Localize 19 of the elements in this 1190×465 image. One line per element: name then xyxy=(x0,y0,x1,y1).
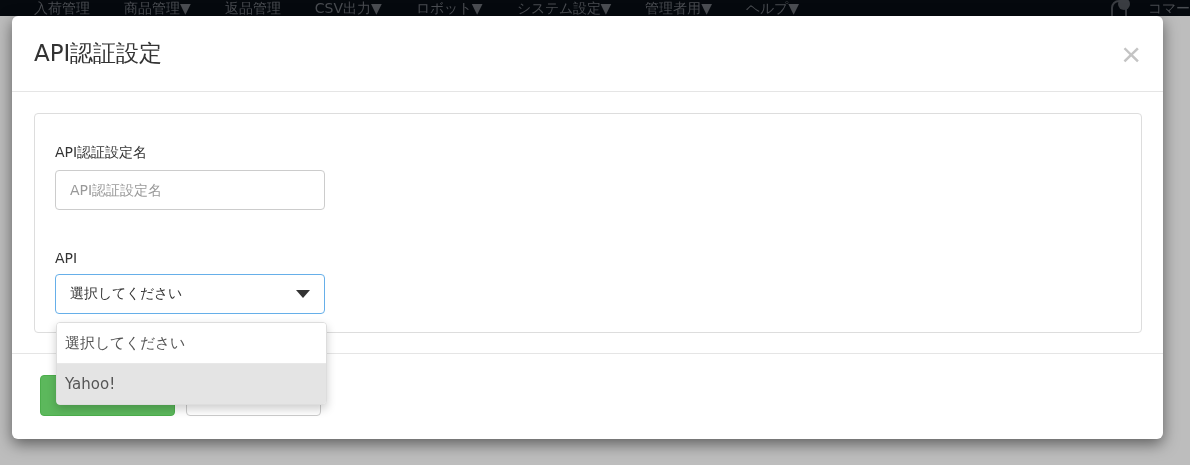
dropdown-option[interactable]: 選択してください xyxy=(57,323,326,363)
close-button[interactable]: × xyxy=(1121,36,1141,71)
field-label: API認証設定名 xyxy=(55,144,149,162)
caret-icon xyxy=(296,290,310,298)
dropdown-option[interactable]: Yahoo! xyxy=(57,363,326,404)
modal-title: API認証設定 xyxy=(34,39,163,68)
nav-menu-item[interactable]: 返品管理 xyxy=(224,0,281,16)
user-menu[interactable]: コマー xyxy=(1148,0,1190,16)
bell-icon[interactable] xyxy=(1108,0,1130,16)
nav-menu-item[interactable]: 管理者用▼ xyxy=(645,0,713,16)
nav-menu-item[interactable]: CSV出力▼ xyxy=(314,0,382,16)
select-field[interactable]: 選択してください xyxy=(55,274,325,314)
input-field[interactable]: API認証設定名 xyxy=(55,170,325,210)
nav-menu-item[interactable]: 入荷管理 xyxy=(34,0,90,16)
nav-menu-item[interactable]: 商品管理▼ xyxy=(124,0,191,16)
nav-menu-item[interactable]: システム設定▼ xyxy=(516,0,612,16)
nav-menu-item[interactable]: ヘルプ▼ xyxy=(746,0,799,16)
field-label: API xyxy=(55,250,79,266)
nav-menu-item[interactable]: ロボット▼ xyxy=(415,0,483,16)
